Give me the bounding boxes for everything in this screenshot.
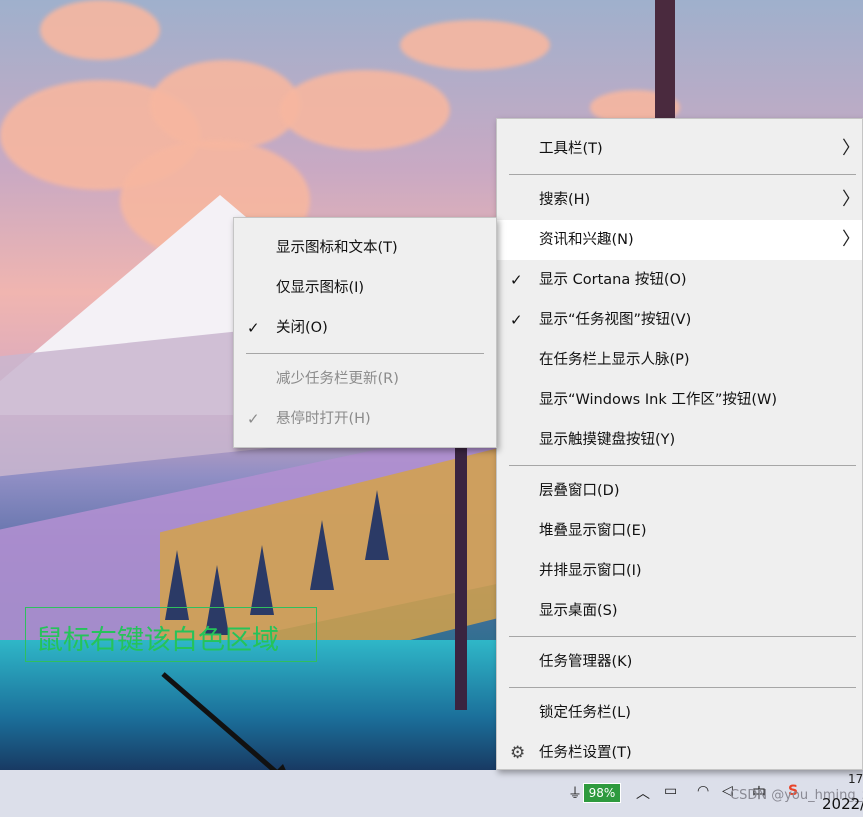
taskbar-context-menu: 工具栏(T) 〉 搜索(H) 〉 资讯和兴趣(N) 〉 ✓ 显示 Cortana… [496,118,863,770]
submenu-item-show-icon-only[interactable]: 仅显示图标(I) [234,268,496,308]
menu-item-label: 显示“任务视图”按钮(V) [539,312,692,328]
menu-item-label: 显示触摸键盘按钮(Y) [539,432,676,448]
clock-time[interactable]: 17 [848,772,863,786]
menu-item-search[interactable]: 搜索(H) 〉 [497,180,862,220]
menu-item-show-windows-ink[interactable]: 显示“Windows Ink 工作区”按钮(W) [497,380,862,420]
cloud [150,60,300,150]
check-icon: ✓ [510,271,523,289]
check-icon: ✓ [247,410,260,428]
submenu-item-open-on-hover: ✓ 悬停时打开(H) [234,399,496,439]
menu-item-label: 工具栏(T) [539,141,603,157]
menu-item-show-people[interactable]: 在任务栏上显示人脉(P) [497,340,862,380]
battery-icon[interactable]: ▭ [664,783,677,799]
news-interests-submenu: 显示图标和文本(T) 仅显示图标(I) ✓ 关闭(O) 减少任务栏更新(R) ✓… [233,217,497,448]
annotation-text: 鼠标右键该白色区域 [36,625,279,656]
menu-item-label: 减少任务栏更新(R) [276,371,399,387]
menu-item-label: 显示 Cortana 按钮(O) [539,272,687,288]
menu-item-label: 显示“Windows Ink 工作区”按钮(W) [539,392,777,408]
submenu-item-turn-off[interactable]: ✓ 关闭(O) [234,308,496,348]
menu-item-show-desktop[interactable]: 显示桌面(S) [497,591,862,631]
tree [250,545,274,615]
menu-item-label: 锁定任务栏(L) [539,705,631,721]
menu-item-lock-taskbar[interactable]: 锁定任务栏(L) [497,693,862,733]
check-icon: ✓ [510,311,523,329]
menu-item-label: 显示图标和文本(T) [276,240,398,256]
menu-item-label: 关闭(O) [276,320,328,336]
wifi-icon[interactable]: ◠ [697,783,709,799]
menu-item-label: 在任务栏上显示人脉(P) [539,352,690,368]
cloud [400,20,550,70]
menu-item-stack-windows[interactable]: 堆叠显示窗口(E) [497,511,862,551]
menu-item-label: 资讯和兴趣(N) [539,232,634,248]
menu-item-task-manager[interactable]: 任务管理器(K) [497,642,862,682]
power-plug-icon[interactable]: ⏚ [568,783,582,803]
menu-item-show-task-view[interactable]: ✓ 显示“任务视图”按钮(V) [497,300,862,340]
menu-separator [509,636,856,637]
menu-item-label: 任务管理器(K) [539,654,633,670]
menu-item-show-cortana[interactable]: ✓ 显示 Cortana 按钮(O) [497,260,862,300]
menu-item-label: 搜索(H) [539,192,591,208]
menu-item-label: 任务栏设置(T) [539,745,632,761]
chevron-right-icon: 〉 [842,138,860,159]
battery-percent: 98% [588,786,616,800]
menu-item-show-touch-keyboard[interactable]: 显示触摸键盘按钮(Y) [497,420,862,460]
tree [365,490,389,560]
menu-item-cascade-windows[interactable]: 层叠窗口(D) [497,471,862,511]
menu-separator [246,353,484,354]
clock-date[interactable]: 2022/ [822,795,863,813]
annotation-box: 鼠标右键该白色区域 [25,607,317,662]
menu-separator [509,687,856,688]
pine-tree-top [655,0,675,118]
battery-indicator[interactable]: 98% [583,783,621,803]
menu-item-label: 层叠窗口(D) [539,483,620,499]
menu-item-label: 显示桌面(S) [539,603,618,619]
submenu-item-show-icon-and-text[interactable]: 显示图标和文本(T) [234,228,496,268]
cloud [40,0,160,60]
check-icon: ✓ [247,319,260,337]
menu-separator [509,174,856,175]
menu-separator [509,465,856,466]
chevron-right-icon: 〉 [842,189,860,210]
gear-icon: ⚙ [510,743,526,763]
menu-item-label: 堆叠显示窗口(E) [539,523,647,539]
show-hidden-icons-icon[interactable]: ︿ [636,783,650,803]
tree [310,520,334,590]
chevron-right-icon: 〉 [842,229,860,250]
menu-item-label: 仅显示图标(I) [276,280,365,296]
menu-item-toolbars[interactable]: 工具栏(T) 〉 [497,129,862,169]
menu-item-label: 悬停时打开(H) [276,411,371,427]
cloud [280,70,450,150]
menu-item-side-by-side[interactable]: 并排显示窗口(I) [497,551,862,591]
submenu-item-reduce-updates: 减少任务栏更新(R) [234,359,496,399]
menu-item-taskbar-settings[interactable]: ⚙ 任务栏设置(T) [497,733,862,773]
menu-item-label: 并排显示窗口(I) [539,563,642,579]
menu-item-news-and-interests[interactable]: 资讯和兴趣(N) 〉 [497,220,862,260]
